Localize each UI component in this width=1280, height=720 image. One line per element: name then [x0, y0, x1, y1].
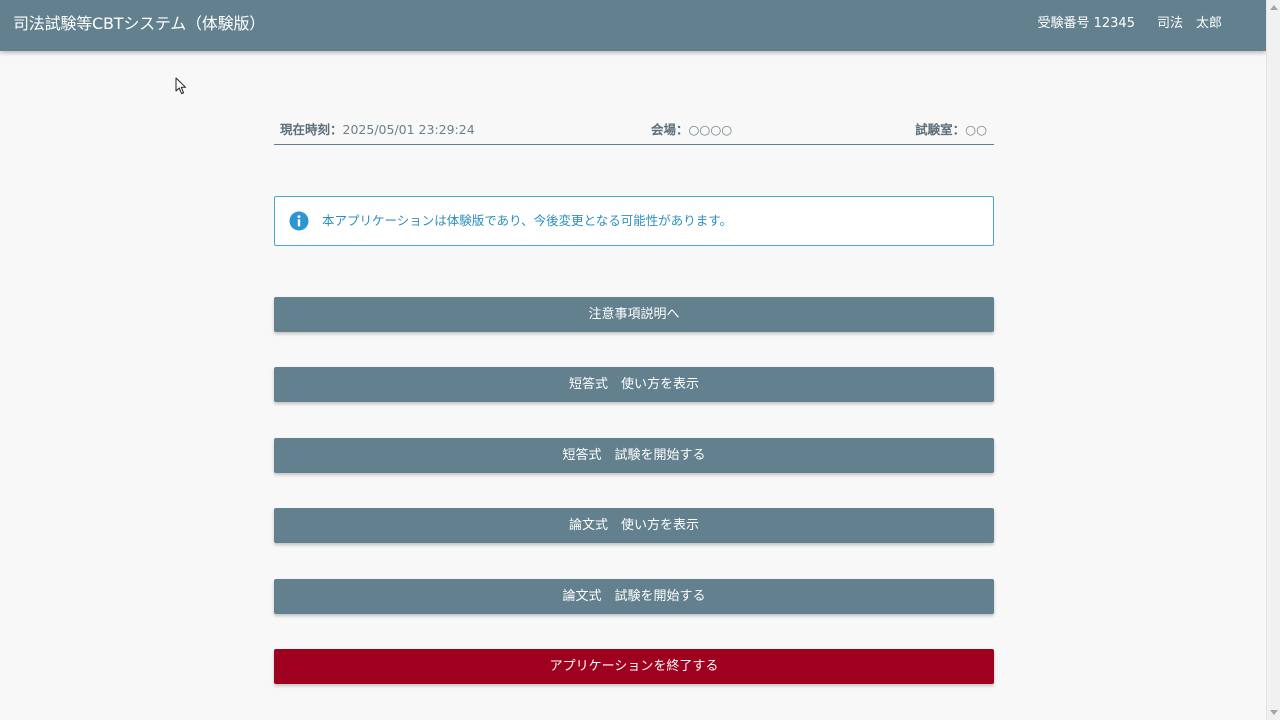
exam-room-value: ○○: [965, 122, 987, 137]
scroll-down-arrow-icon[interactable]: [1270, 710, 1278, 715]
exam-room: 試験室：○○: [915, 120, 987, 140]
current-time: 現在時刻：2025/05/01 23:29:24: [280, 120, 475, 140]
notice-text: 本アプリケーションは体験版であり、今後変更となる可能性があります。: [322, 213, 733, 228]
app-header: 司法試験等CBTシステム（体験版） 受験番号 12345 司法 太郎: [0, 0, 1266, 51]
essay-howto-button[interactable]: 論文式 使い方を表示: [274, 508, 994, 543]
exam-number: 受験番号 12345: [1037, 16, 1135, 31]
short-answer-start-button[interactable]: 短答式 試験を開始する: [274, 438, 994, 473]
user-info: 受験番号 12345 司法 太郎: [1037, 15, 1222, 33]
venue: 会場：○○○○: [651, 120, 732, 140]
precautions-button[interactable]: 注意事項説明へ: [274, 297, 994, 332]
venue-value: ○○○○: [688, 122, 733, 137]
exit-application-button[interactable]: アプリケーションを終了する: [274, 649, 994, 684]
mouse-cursor-icon: [175, 77, 187, 95]
app-title: 司法試験等CBTシステム（体験版）: [13, 14, 266, 33]
current-time-label: 現在時刻：: [280, 122, 343, 137]
scroll-up-arrow-icon[interactable]: [1270, 5, 1278, 10]
current-time-value: 2025/05/01 23:29:24: [342, 122, 475, 137]
exam-status-bar: 現在時刻：2025/05/01 23:29:24 会場：○○○○ 試験室：○○: [274, 120, 994, 145]
vertical-scrollbar[interactable]: [1266, 0, 1280, 720]
short-answer-howto-button[interactable]: 短答式 使い方を表示: [274, 367, 994, 402]
info-icon: [289, 211, 309, 231]
trial-version-notice: 本アプリケーションは体験版であり、今後変更となる可能性があります。: [274, 196, 994, 246]
essay-start-button[interactable]: 論文式 試験を開始する: [274, 579, 994, 614]
exam-room-label: 試験室：: [915, 122, 966, 137]
venue-label: 会場：: [651, 122, 689, 137]
user-name: 司法 太郎: [1156, 16, 1222, 31]
